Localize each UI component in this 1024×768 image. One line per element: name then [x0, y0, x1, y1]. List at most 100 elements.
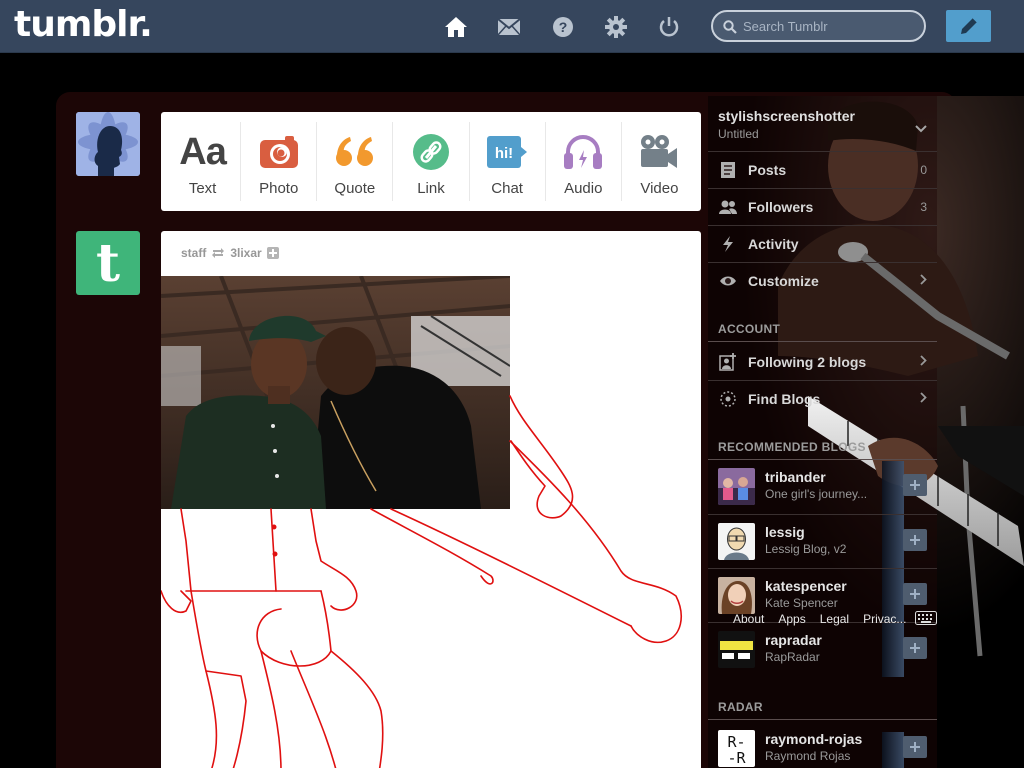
keyboard-shortcuts-icon[interactable]: [915, 611, 937, 630]
post-type-photo-button[interactable]: Photo: [241, 122, 318, 201]
sidebar-item-label: Followers: [748, 199, 814, 215]
recommended-blog-item[interactable]: lessig Lessig Blog, v2: [708, 514, 937, 568]
plus-icon: [910, 480, 920, 490]
top-nav-bar: tumblr. ?: [0, 0, 1024, 53]
recommended-blog-item[interactable]: rapradar RapRadar: [708, 622, 937, 676]
plus-icon: [910, 643, 920, 653]
chevron-right-icon: [920, 272, 927, 290]
staff-avatar[interactable]: t: [76, 231, 140, 295]
blog-description: RapRadar: [765, 650, 820, 664]
post-type-label: Quote: [334, 180, 376, 197]
post-type-label: Audio: [564, 180, 603, 197]
post-type-label: Photo: [259, 180, 299, 197]
svg-text:t: t: [96, 239, 120, 287]
settings-gear-icon[interactable]: [603, 14, 629, 40]
eye-icon: [708, 275, 748, 287]
compose-post-button[interactable]: [946, 10, 991, 42]
svg-text:hi!: hi!: [495, 145, 513, 162]
activity-bolt-icon: [708, 236, 748, 252]
reblog-icon: [212, 248, 225, 258]
blog-description: One girl's journey...: [765, 487, 868, 501]
find-blogs-icon: [708, 390, 748, 408]
footer-link-legal[interactable]: Legal: [820, 612, 849, 626]
power-icon[interactable]: [656, 14, 682, 40]
post-type-video-button[interactable]: Video: [622, 122, 697, 201]
follow-plus-icon[interactable]: [266, 247, 279, 259]
post-author-link[interactable]: staff: [181, 246, 206, 260]
search-input[interactable]: [743, 18, 918, 35]
footer-link-apps[interactable]: Apps: [778, 612, 805, 626]
chevron-right-icon: [920, 390, 927, 408]
quote-icon: [335, 128, 375, 176]
mail-icon[interactable]: [496, 14, 522, 40]
blog-avatar: [718, 468, 755, 505]
posts-icon: [708, 162, 748, 178]
camera-icon: [259, 128, 299, 176]
sidebar-item-activity[interactable]: Activity: [708, 225, 937, 262]
follow-button[interactable]: [903, 637, 927, 659]
chat-icon: hi!: [486, 128, 528, 176]
followers-icon: [708, 200, 748, 214]
svg-text:-R: -R: [727, 749, 746, 767]
post-count: 0: [920, 163, 927, 177]
user-avatar[interactable]: [76, 112, 140, 176]
blog-name[interactable]: stylishscreenshotter: [718, 108, 855, 124]
footer-link-about[interactable]: About: [733, 612, 764, 626]
sidebar-item-label: Posts: [748, 162, 787, 178]
post-type-audio-button[interactable]: Audio: [546, 122, 622, 201]
sidebar-item-label: Find Blogs: [748, 391, 821, 407]
blog-name: lessig: [765, 524, 805, 540]
recommended-section-title: RECOMMENDED BLOGS: [718, 440, 866, 454]
tumblr-logo[interactable]: tumblr.: [14, 4, 153, 45]
blog-avatar: [718, 631, 755, 668]
post-type-label: Chat: [491, 180, 523, 197]
follow-button[interactable]: [903, 736, 927, 758]
sidebar-item-label: Activity: [748, 236, 799, 252]
follow-button[interactable]: [903, 474, 927, 496]
recommended-blog-item[interactable]: tribander One girl's journey...: [708, 460, 937, 514]
post-type-selector: Aa Text Photo Quote Link hi! Chat Audio: [161, 112, 701, 211]
post-type-label: Link: [417, 180, 445, 197]
blog-description: Lessig Blog, v2: [765, 542, 847, 556]
footer-link-privacy[interactable]: Privac...: [863, 612, 906, 626]
radar-blog-item[interactable]: R- -R raymond-rojas Raymond Rojas: [708, 722, 937, 768]
chevron-down-icon[interactable]: [915, 120, 927, 138]
follow-button[interactable]: [903, 529, 927, 551]
post-type-chat-button[interactable]: hi! Chat: [470, 122, 546, 201]
search-box: [711, 10, 926, 42]
post-type-text-button[interactable]: Aa Text: [165, 122, 242, 201]
help-icon[interactable]: ?: [550, 14, 576, 40]
sidebar-item-following[interactable]: Following 2 blogs: [708, 343, 937, 380]
blog-avatar: [718, 577, 755, 614]
blog-description: Raymond Rojas: [765, 749, 851, 763]
blog-description: Kate Spencer: [765, 596, 838, 610]
follower-count: 3: [920, 200, 927, 214]
sidebar-item-posts[interactable]: Posts 0: [708, 151, 937, 188]
blog-name: katespencer: [765, 578, 847, 594]
blog-name: tribander: [765, 469, 826, 485]
blog-name: rapradar: [765, 632, 822, 648]
sidebar-item-followers[interactable]: Followers 3: [708, 188, 937, 225]
radar-section-title: RADAR: [718, 700, 763, 714]
post-type-link-button[interactable]: Link: [393, 122, 470, 201]
video-camera-icon: [639, 128, 679, 176]
following-icon: [708, 352, 748, 371]
plus-icon: [910, 589, 920, 599]
follow-button[interactable]: [903, 583, 927, 605]
sidebar-item-find-blogs[interactable]: Find Blogs: [708, 380, 937, 417]
post-header: staff 3lixar: [181, 246, 279, 260]
sidebar-item-customize[interactable]: Customize: [708, 262, 937, 299]
blog-name: raymond-rojas: [765, 731, 863, 747]
reblog-source-link[interactable]: 3lixar: [230, 246, 261, 260]
sidebar-item-label: Customize: [748, 273, 819, 289]
post-type-quote-button[interactable]: Quote: [317, 122, 394, 201]
sidebar-item-label: Following 2 blogs: [748, 353, 867, 370]
plus-icon: [910, 535, 920, 545]
home-icon[interactable]: [443, 14, 469, 40]
section-divider: [708, 341, 937, 342]
sidebar: stylishscreenshotter Untitled Posts 0 Fo…: [708, 96, 1024, 768]
post-photo[interactable]: [161, 276, 510, 509]
blog-avatar: [718, 523, 755, 560]
dashboard-post: staff 3lixar: [161, 231, 701, 768]
link-icon: [412, 128, 450, 176]
